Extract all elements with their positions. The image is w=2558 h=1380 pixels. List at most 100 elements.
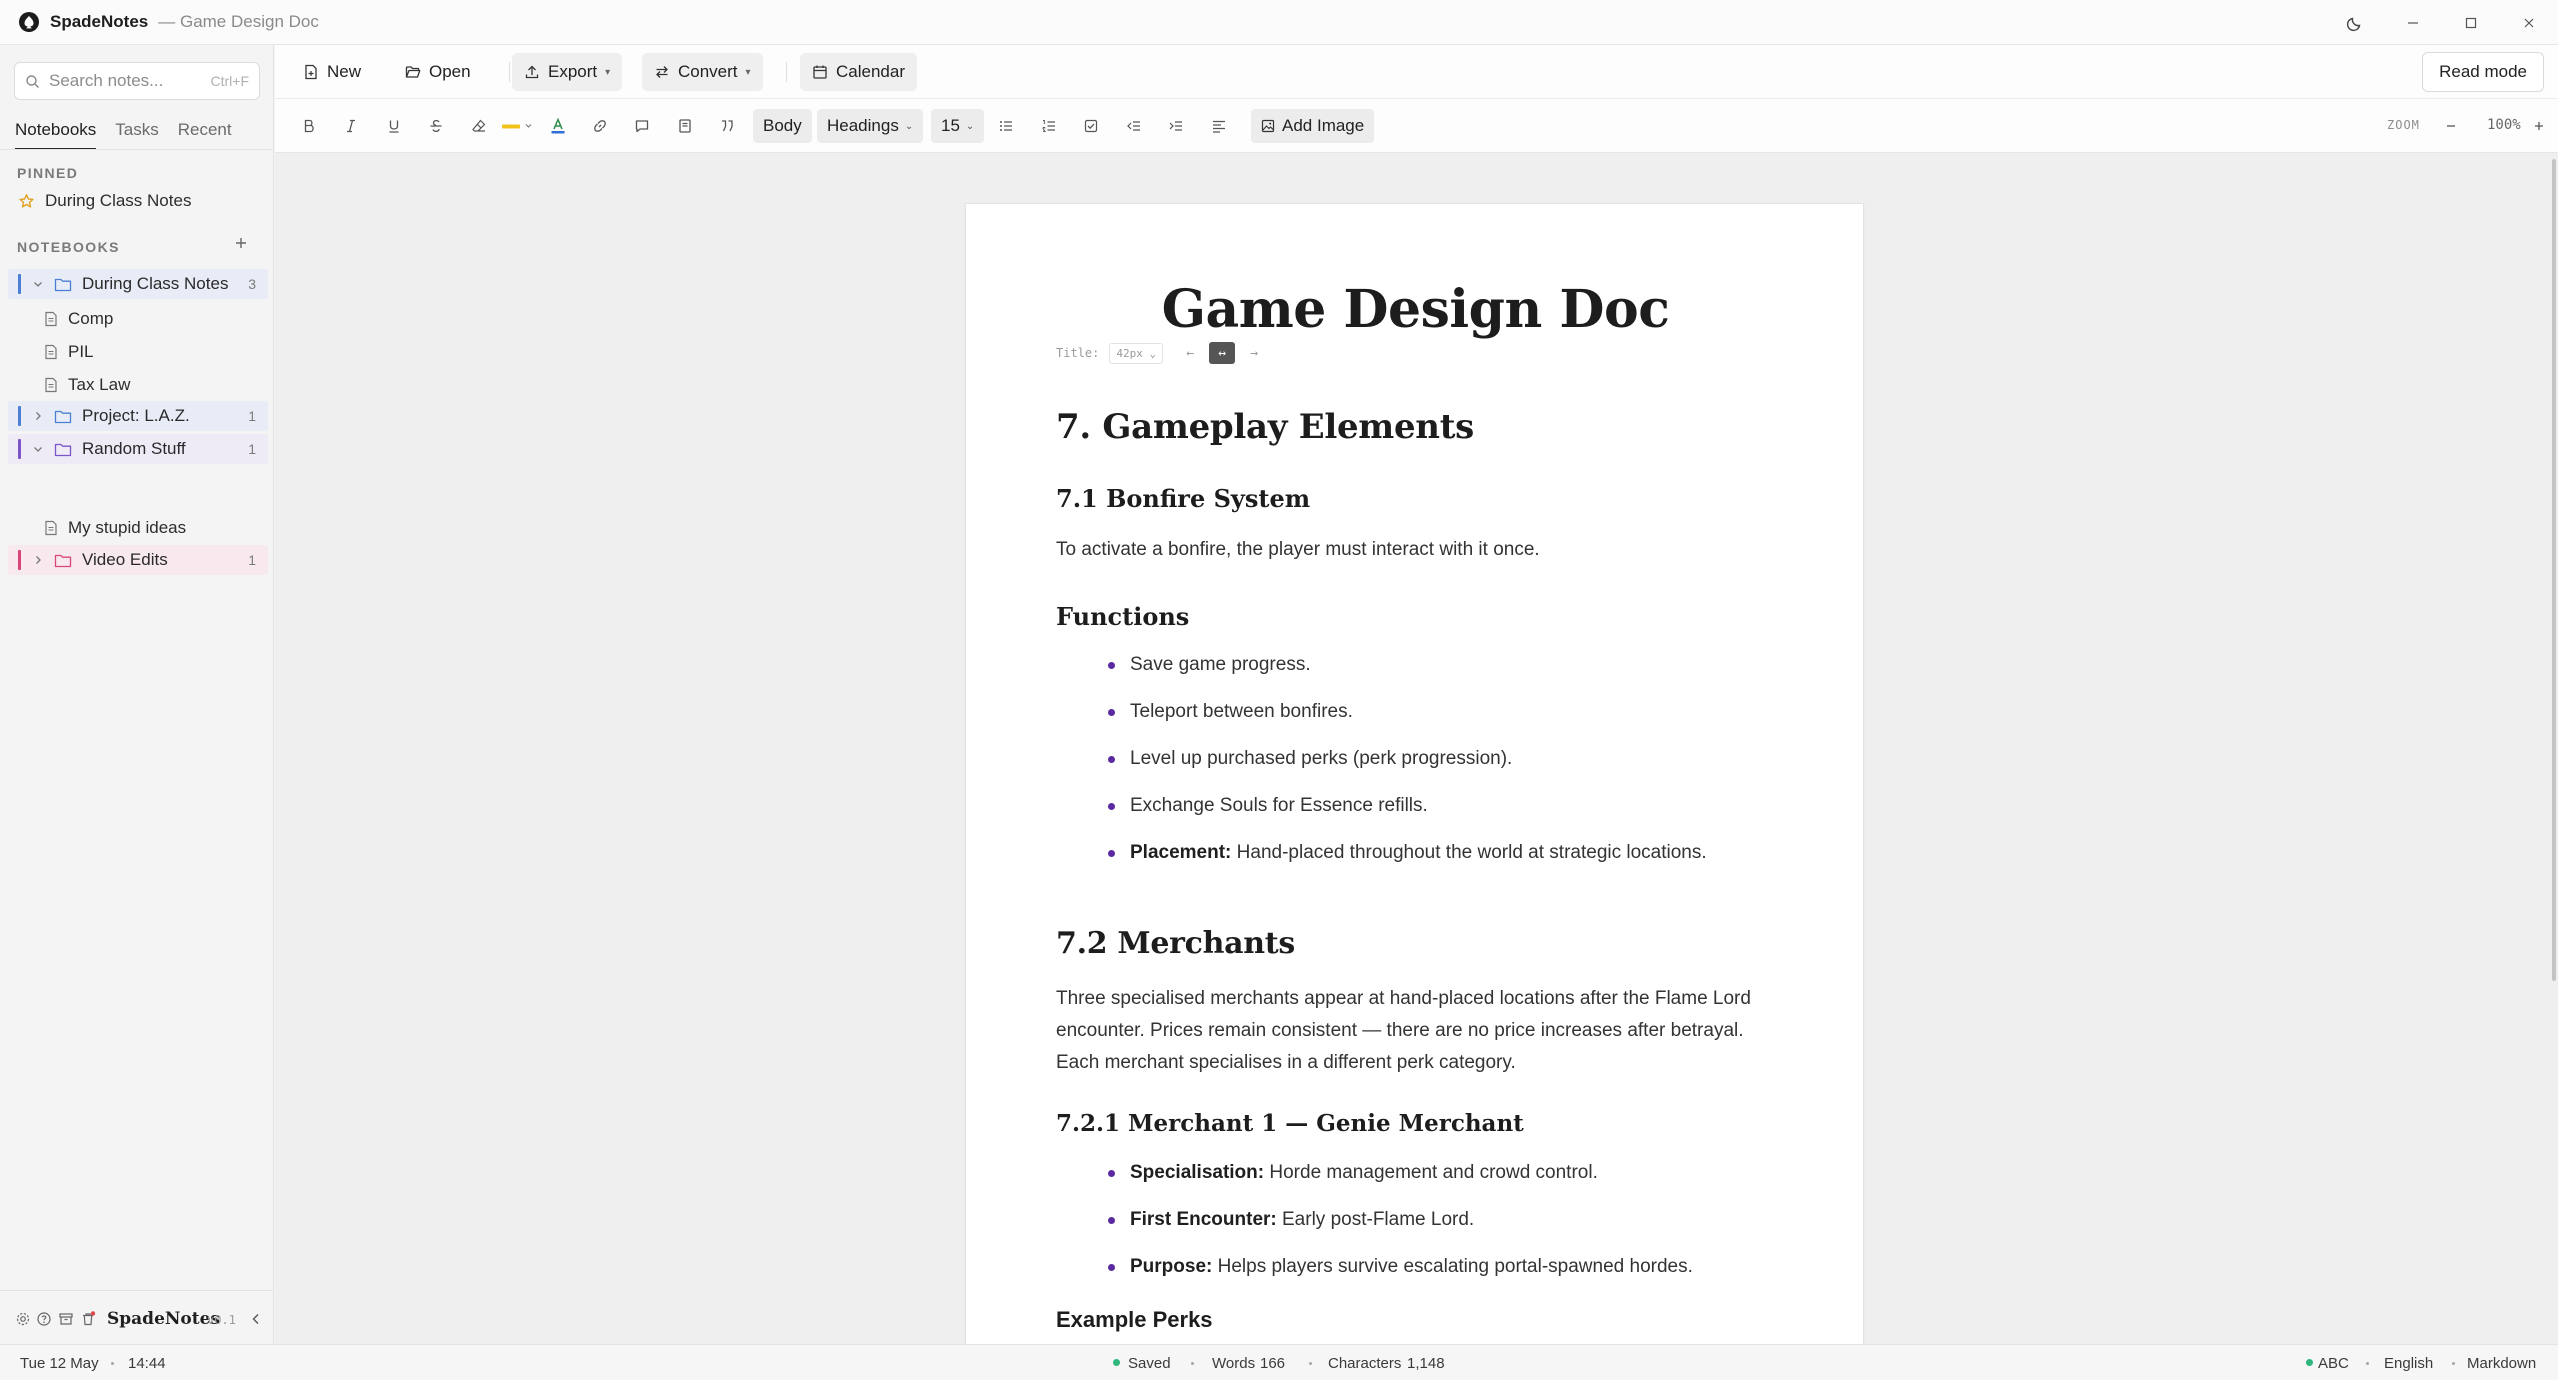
bold-button[interactable] [296, 113, 322, 139]
document-icon [45, 344, 57, 360]
archive-icon[interactable] [58, 1311, 74, 1327]
title-align-center-button[interactable]: ↔ [1209, 342, 1236, 364]
search-input[interactable]: Search notes... Ctrl+F [14, 62, 260, 100]
chevron-down-icon[interactable] [32, 443, 44, 455]
chevron-down-icon: ⌄ [904, 120, 914, 132]
status-bar: Tue 12 May 14:44 Saved Words 166 Charact… [0, 1344, 2558, 1380]
link-button[interactable] [587, 113, 613, 139]
list-item: Specialisation: Horde management and cro… [1056, 1160, 1776, 1207]
notebook-during-class-notes[interactable]: During Class Notes 3 [8, 269, 268, 299]
chevron-down-icon[interactable] [32, 278, 44, 290]
clear-format-button[interactable] [466, 113, 492, 139]
notebook-random-stuff[interactable]: Random Stuff 1 [8, 434, 268, 464]
editor-scrollbar[interactable] [2550, 153, 2558, 983]
title-align-left-button[interactable]: ← [1177, 342, 1203, 364]
mode-selector[interactable]: Markdown [2467, 1355, 2536, 1372]
style-body-label: Body [763, 116, 802, 135]
title-align-right-button[interactable]: → [1241, 342, 1267, 364]
image-icon [1261, 119, 1275, 133]
tab-recent[interactable]: Recent [178, 114, 232, 150]
pinned-item-label: During Class Notes [45, 191, 192, 210]
help-icon[interactable] [36, 1311, 52, 1327]
search-shortcut: Ctrl+F [210, 73, 250, 89]
language-selector[interactable]: English [2384, 1355, 2433, 1372]
add-notebook-icon[interactable] [232, 234, 250, 252]
notebook-video-edits[interactable]: Video Edits 1 [8, 545, 268, 575]
notebook-color-bar [18, 550, 21, 570]
indent-button[interactable] [1163, 113, 1189, 139]
tab-notebooks[interactable]: Notebooks [15, 114, 97, 150]
functions-list: Save game progress. Teleport between bon… [1056, 652, 1776, 887]
note-tax-law[interactable]: Tax Law [44, 371, 130, 399]
settings-icon[interactable] [15, 1311, 31, 1327]
chars-count: 1,148 [1407, 1355, 1445, 1372]
checklist-button[interactable] [1078, 113, 1104, 139]
document-title[interactable]: Game Design Doc [966, 279, 1865, 340]
document-icon [45, 377, 57, 393]
list-item: Teleport between bonfires. [1056, 699, 1776, 746]
zoom-in-button[interactable] [2526, 113, 2552, 139]
bullet-list-icon [1000, 121, 1012, 131]
caret-down-icon: ▾ [745, 66, 751, 78]
maximize-button[interactable] [2442, 0, 2500, 45]
code-block-button[interactable] [672, 113, 698, 139]
align-button[interactable] [1206, 113, 1232, 139]
headings-dropdown[interactable]: Headings ⌄ [817, 109, 924, 143]
heading-genie-merchant: 7.2.1 Merchant 1 — Genie Merchant [1056, 1110, 1524, 1137]
merchant1-list: Specialisation: Horde management and cro… [1056, 1160, 1776, 1301]
collapse-sidebar-icon[interactable] [248, 1311, 264, 1327]
moon-icon [2346, 17, 2361, 31]
status-separator [1309, 1362, 1312, 1365]
add-image-button[interactable]: Add Image [1251, 109, 1375, 143]
highlight-color-button[interactable] [500, 113, 536, 139]
note-pil[interactable]: PIL [44, 338, 94, 366]
star-icon [19, 193, 34, 208]
list-item: Level up purchased perks (perk progressi… [1056, 746, 1776, 793]
bullet-list-button[interactable] [993, 113, 1019, 139]
export-button[interactable]: Export ▾ [512, 53, 623, 91]
underline-button[interactable] [381, 113, 407, 139]
strikethrough-icon [430, 119, 442, 132]
title-size-value: 42px [1116, 346, 1143, 360]
note-my-stupid-ideas[interactable]: My stupid ideas [44, 514, 186, 542]
convert-button[interactable]: Convert ▾ [642, 53, 763, 91]
chevron-right-icon[interactable] [32, 554, 44, 566]
title-size-dropdown[interactable]: 42px ⌄ [1109, 342, 1164, 364]
zoom-out-button[interactable] [2438, 113, 2464, 139]
tabs-divider [0, 149, 274, 150]
document-page[interactable]: Game Design Doc Title: 42px ⌄ ← ↔ → 7. G… [965, 203, 1864, 1344]
trash-icon[interactable] [80, 1311, 96, 1327]
export-label: Export [548, 62, 598, 81]
note-comp[interactable]: Comp [44, 305, 113, 333]
minimize-button[interactable] [2384, 0, 2442, 45]
quote-icon [722, 120, 733, 132]
dark-mode-toggle[interactable] [2326, 0, 2384, 45]
notebook-project-laz[interactable]: Project: L.A.Z. 1 [8, 401, 268, 431]
open-button[interactable]: Open [393, 53, 483, 91]
upload-icon [525, 65, 539, 79]
outdent-button[interactable] [1121, 113, 1147, 139]
strikethrough-button[interactable] [423, 113, 449, 139]
text-color-button[interactable] [545, 113, 571, 139]
tab-tasks[interactable]: Tasks [115, 114, 158, 150]
spellcheck-toggle[interactable]: ABC [2318, 1355, 2349, 1372]
chevron-right-icon[interactable] [32, 410, 44, 422]
quote-button[interactable] [714, 113, 740, 139]
numbered-list-button[interactable] [1036, 113, 1062, 139]
italic-button[interactable] [338, 113, 364, 139]
calendar-button[interactable]: Calendar [800, 53, 917, 91]
comment-button[interactable] [629, 113, 655, 139]
pinned-item[interactable]: During Class Notes [18, 188, 191, 214]
window-doc-title: — Game Design Doc [158, 12, 319, 31]
heading-gameplay-elements: 7. Gameplay Elements [1056, 407, 1474, 447]
zoom-value: 100% [2487, 117, 2521, 133]
font-size-dropdown[interactable]: 15 ⌄ [931, 109, 985, 143]
paragraph-merchants: Three specialised merchants appear at ha… [1056, 988, 1751, 1073]
style-body-button[interactable]: Body [753, 109, 812, 143]
read-mode-button[interactable]: Read mode [2422, 52, 2544, 92]
new-button[interactable]: New [291, 53, 373, 91]
list-item-text: Hand-placed throughout the world at stra… [1231, 842, 1707, 863]
scrollbar-thumb[interactable] [2552, 159, 2556, 981]
editor-canvas[interactable]: Game Design Doc Title: 42px ⌄ ← ↔ → 7. G… [275, 153, 2558, 1344]
close-button[interactable] [2500, 0, 2558, 45]
